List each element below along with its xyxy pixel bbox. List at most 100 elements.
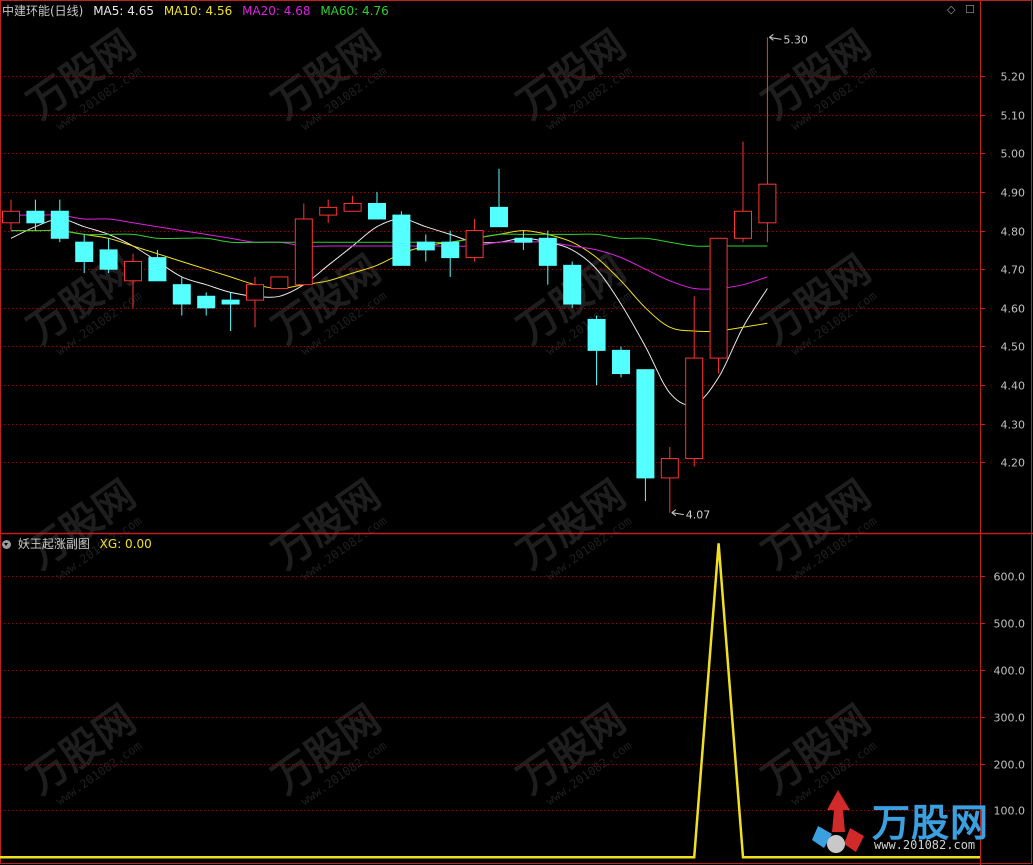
candle (514, 230, 533, 250)
candle (416, 234, 435, 262)
candle (197, 292, 216, 316)
candle-body-down (368, 203, 386, 220)
candle-body-down (612, 349, 630, 375)
ma20-label: MA20: 4.68 (242, 4, 311, 18)
candle-body-down (221, 299, 240, 305)
price-tick-label: 5.20 (1001, 71, 1026, 84)
sub-chart-header: 妖王起涨副图 XG: 0.00 (2, 535, 158, 552)
candle (50, 199, 69, 243)
candle-body-down (563, 264, 582, 305)
watermark-mark: 万股网www.201082.com (264, 472, 389, 583)
price-tick-label: 4.40 (1001, 380, 1026, 393)
logo-url-text: www.201082.com (874, 838, 976, 852)
price-tick-label: 4.80 (1001, 226, 1026, 239)
brand-logo: 万股网 www.201082.com (810, 788, 1020, 858)
stock-title: 中建环能(日线) (2, 4, 84, 18)
watermark-mark: 万股网www.201082.com (754, 22, 879, 133)
candle (563, 261, 582, 308)
candle-body-down (26, 210, 45, 224)
candle (636, 369, 655, 502)
candle-body-up (294, 218, 313, 286)
candle (685, 296, 704, 467)
candle-body-up (319, 206, 338, 216)
marker-label: 5.30 (783, 33, 808, 46)
sub-tick-label: 200.0 (994, 759, 1026, 772)
candle-body-down (392, 214, 411, 266)
axis-layer: 5.20 5.10 5.00 4.90 4.80 4.70 4.60 4.50 4.40 4.30… (0, 0, 1033, 865)
candle-body-down (416, 241, 435, 251)
candle-body-up (709, 237, 728, 359)
candle (709, 237, 728, 374)
candle (538, 230, 557, 285)
ma60-line (10, 229, 768, 247)
main-chart-header: 中建环能(日线) MA5: 4.65 MA10: 4.56 MA20: 4.68… (2, 2, 395, 19)
sub-tick-label: 500.0 (994, 618, 1026, 631)
watermark-mark: 万股网www.201082.com (509, 22, 634, 133)
price-extreme-marker: 4.07 (671, 509, 711, 522)
collapse-icon[interactable] (2, 540, 11, 549)
price-tick-label: 4.60 (1001, 303, 1026, 316)
candle (392, 211, 411, 266)
candle (587, 315, 606, 386)
candle-body-up (343, 203, 362, 212)
candle (246, 276, 264, 328)
watermark-mark: 万股网www.201082.com (754, 472, 879, 583)
logo-mark-icon (812, 790, 864, 853)
ma10-label: MA10: 4.56 (163, 4, 233, 18)
price-tick-label: 4.90 (1001, 187, 1026, 200)
candle-body-up (124, 260, 142, 282)
candle-body-down (441, 241, 460, 259)
sub-tick-label: 300.0 (994, 712, 1026, 725)
price-tick-label: 4.70 (1001, 264, 1026, 277)
candle (660, 446, 679, 513)
watermark-mark: 万股网www.201082.com (509, 697, 634, 808)
candle-body-down (172, 284, 191, 305)
diamond-icon[interactable]: ◇ (947, 3, 955, 16)
price-extreme-marker: 5.30 (769, 33, 808, 46)
candle-body-down (490, 206, 508, 228)
price-tick-label: 4.30 (1001, 419, 1026, 432)
ma60-label: MA60: 4.76 (320, 4, 389, 18)
candle-body-down (197, 295, 216, 309)
candle (490, 168, 508, 228)
candle-body-down (587, 318, 606, 351)
candle-body-up (758, 183, 777, 224)
candle-body-down (50, 210, 69, 239)
candle-body-up (246, 284, 264, 301)
price-tick-label: 5.00 (1001, 148, 1026, 161)
watermark-mark: 万股网www.201082.com (19, 697, 144, 808)
grid-layer (0, 76, 980, 811)
sub-tick-label: 600.0 (994, 571, 1026, 584)
candle (148, 249, 167, 282)
stock-chart: 万股网www.201082.com 万股网www.201082.com 万股网www… (0, 0, 1033, 865)
candle-body-up (660, 458, 679, 479)
watermark-mark: 万股网www.201082.com (264, 22, 389, 133)
candle (465, 218, 484, 262)
candle-body-up (734, 210, 752, 239)
candle (368, 191, 386, 220)
candle-body-down (514, 237, 533, 243)
square-icon[interactable]: ☐ (965, 3, 975, 16)
watermark-mark: 万股网www.201082.com (509, 472, 634, 583)
candle-body-up (2, 210, 20, 224)
candle-body-up (270, 276, 289, 290)
ma5-label: MA5: 4.65 (93, 4, 154, 18)
xg-label: XG: 0.00 (99, 537, 152, 551)
candle (270, 276, 289, 290)
watermark-mark: 万股网www.201082.com (19, 472, 144, 583)
watermark-mark: 万股网www.201082.com (264, 697, 389, 808)
candle-body-down (636, 369, 655, 479)
candle-body-up (685, 357, 704, 460)
candle (319, 199, 338, 223)
candle (612, 346, 630, 378)
candle (734, 141, 752, 243)
candle (26, 199, 45, 231)
candle (758, 37, 777, 243)
marker-label: 4.07 (686, 509, 711, 522)
candle-body-down (75, 241, 94, 262)
price-tick-label: 5.10 (1001, 110, 1026, 123)
candle (221, 292, 240, 332)
candle (343, 195, 362, 212)
candle-body-down (538, 237, 557, 266)
sub-chart-title: 妖王起涨副图 (17, 537, 90, 551)
